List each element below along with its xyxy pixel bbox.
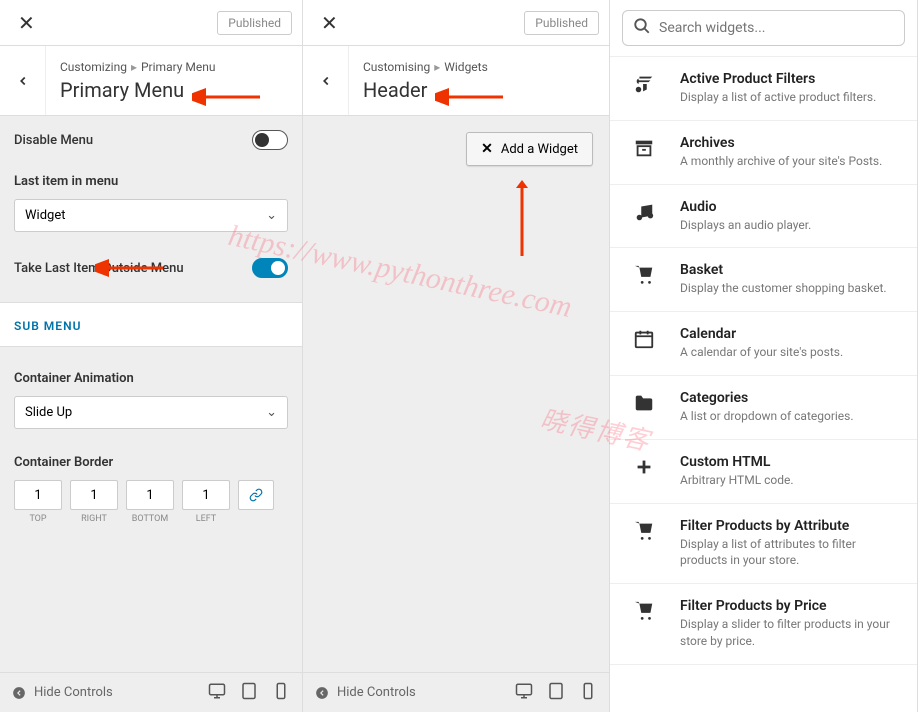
chevron-down-icon: ⌄ [266,208,277,223]
breadcrumb: Customizing▸Primary Menu [60,60,288,74]
plus-icon [626,454,662,478]
cart-icon [626,518,662,542]
page-title: Primary Menu [60,78,288,102]
page-title: Header [363,78,595,102]
calendar-icon [626,326,662,350]
close-icon: ✕ [481,141,493,157]
search-input[interactable] [659,20,894,36]
widget-desc: Arbitrary HTML code. [680,472,901,489]
published-button[interactable]: Published [217,11,292,35]
tablet-icon[interactable] [547,682,565,704]
widget-title: Audio [680,199,901,215]
take-outside-toggle[interactable] [252,258,288,278]
widget-title: Archives [680,135,901,151]
add-widget-button[interactable]: ✕ Add a Widget [466,132,593,166]
widget-item[interactable]: Filter Products by Attribute Display a l… [610,504,917,585]
back-arrow-icon[interactable] [0,46,46,115]
last-item-select[interactable]: Widget ⌄ [14,199,288,232]
widget-desc: A calendar of your site's posts. [680,344,901,361]
mobile-icon[interactable] [272,682,290,704]
widget-title: Calendar [680,326,901,342]
container-border-label: Container Border [14,455,288,470]
widget-desc: Display a slider to filter products in y… [680,616,901,650]
widget-title: Filter Products by Attribute [680,518,901,534]
desktop-icon[interactable] [208,682,226,704]
border-left-input[interactable]: 1 [182,480,230,510]
widget-desc: A list or dropdown of categories. [680,408,901,425]
border-top-input[interactable]: 1 [14,480,62,510]
sub-menu-heading: SUB MENU [14,319,81,333]
container-animation-select[interactable]: Slide Up ⌄ [14,396,288,429]
breadcrumb: Customising▸Widgets [363,60,595,74]
border-right-label: RIGHT [70,514,118,524]
widget-item[interactable]: Filter Products by Price Display a slide… [610,584,917,665]
filter-icon [626,71,662,95]
cart-icon [626,598,662,622]
archive-icon [626,135,662,159]
published-button[interactable]: Published [524,11,599,35]
search-icon [633,17,651,39]
disable-menu-label: Disable Menu [14,133,93,148]
widget-item[interactable]: Audio Displays an audio player. [610,185,917,249]
close-icon[interactable]: ✕ [313,7,346,39]
widget-item[interactable]: Calendar A calendar of your site's posts… [610,312,917,376]
border-bottom-label: BOTTOM [126,514,174,524]
border-left-label: LEFT [182,514,230,524]
audio-icon [626,199,662,223]
widget-desc: Display the customer shopping basket. [680,280,901,297]
widget-item[interactable]: Categories A list or dropdown of categor… [610,376,917,440]
search-input-wrapper[interactable] [622,10,905,46]
widget-title: Active Product Filters [680,71,901,87]
widget-item[interactable]: Custom HTML Arbitrary HTML code. [610,440,917,504]
widget-desc: A monthly archive of your site's Posts. [680,153,901,170]
take-outside-label: Take Last Item Outside Menu [14,261,184,276]
widget-item[interactable]: Active Product Filters Display a list of… [610,57,917,121]
widget-desc: Display a list of attributes to filter p… [680,536,901,570]
widget-title: Filter Products by Price [680,598,901,614]
back-arrow-icon[interactable] [303,46,349,115]
container-animation-label: Container Animation [14,371,288,386]
widget-item[interactable]: Basket Display the customer shopping bas… [610,248,917,312]
hide-controls-button[interactable]: Hide Controls [12,685,113,700]
widget-desc: Display a list of active product filters… [680,89,901,106]
border-bottom-input[interactable]: 1 [126,480,174,510]
link-values-button[interactable] [238,480,274,510]
folder-icon [626,390,662,414]
hide-controls-button[interactable]: Hide Controls [315,685,416,700]
border-right-input[interactable]: 1 [70,480,118,510]
desktop-icon[interactable] [515,682,533,704]
disable-menu-toggle[interactable] [252,130,288,150]
widget-desc: Displays an audio player. [680,217,901,234]
cart-icon [626,262,662,286]
border-top-label: TOP [14,514,62,524]
mobile-icon[interactable] [579,682,597,704]
widget-title: Basket [680,262,901,278]
close-icon[interactable]: ✕ [10,7,43,39]
widget-title: Categories [680,390,901,406]
tablet-icon[interactable] [240,682,258,704]
widget-title: Custom HTML [680,454,901,470]
chevron-down-icon: ⌄ [266,405,277,420]
widget-item[interactable]: Archives A monthly archive of your site'… [610,121,917,185]
last-item-label: Last item in menu [14,174,288,189]
